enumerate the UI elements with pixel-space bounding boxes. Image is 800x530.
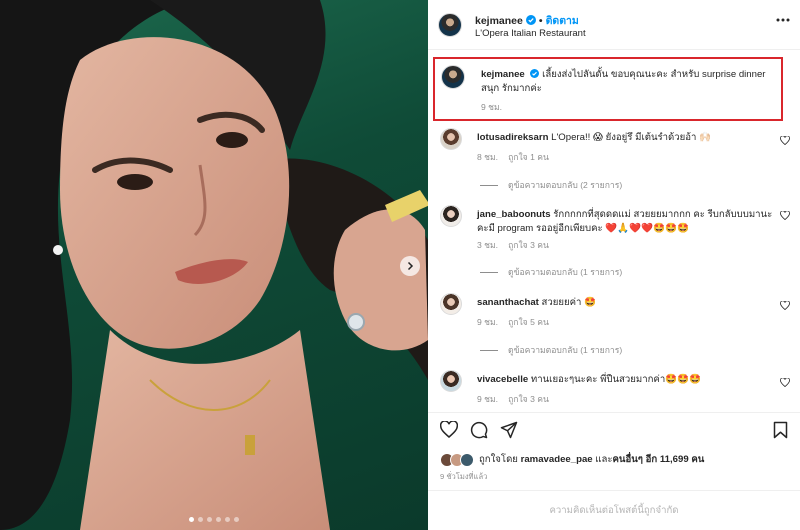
comment-likes[interactable]: ถูกใจ 3 คน <box>508 394 549 404</box>
follow-button[interactable]: ติดตาม <box>546 15 579 27</box>
others-likes-link[interactable]: คนอื่นๆ อีก 11,699 คน <box>613 454 705 465</box>
comment-likes[interactable]: ถูกใจ 5 คน <box>508 317 549 327</box>
replies-divider <box>480 271 498 273</box>
heart-icon[interactable] <box>780 301 790 310</box>
post-details-panel: kejmanee • ติดตาม L'Opera Italian Restaura… <box>428 0 800 530</box>
verified-icon <box>530 69 540 78</box>
comment-icon[interactable] <box>470 421 488 439</box>
liker-avatar <box>460 452 474 467</box>
view-replies-link[interactable]: ดูข้อความตอบกลับ (1 รายการ) <box>480 265 622 279</box>
separator-dot: • <box>538 15 543 27</box>
portrait-illustration <box>0 0 428 530</box>
comment-meta: 3 ชม. ถูกใจ 3 คน <box>477 238 549 252</box>
comment-likes[interactable]: ถูกใจ 1 คน <box>508 152 549 162</box>
comment-time: 9 ชม. <box>477 394 499 404</box>
chevron-right-icon <box>407 261 414 271</box>
comment-meta: 8 ชม. ถูกใจ 1 คน <box>477 150 549 164</box>
caption-time: 9 ชม. <box>481 102 503 112</box>
caption: kejmanee เลี้ยงส่งไปลันดั้น ขอบคุณนะคะ ส… <box>481 68 777 96</box>
carousel-dot <box>207 517 212 522</box>
replies-divider <box>480 349 498 351</box>
carousel-next-button[interactable] <box>400 256 420 276</box>
commenter-avatar[interactable] <box>440 205 462 227</box>
verified-icon <box>525 15 536 25</box>
comment-body: vivacebelle ทานเยอะๆนะคะ พี่ปืนสวยมากค่า… <box>477 373 775 387</box>
comment-text: L'Opera!! 😱 ยังอยู่รึ มีเต้นรำด้วยอ้า 🙌🏻 <box>551 132 712 143</box>
comment-time: 3 ชม. <box>477 240 499 250</box>
comment-meta: 9 ชม. ถูกใจ 3 คน <box>477 392 549 406</box>
carousel-dot <box>198 517 203 522</box>
commenter-username[interactable]: jane_baboonuts <box>477 209 551 220</box>
comment-body: lotusadireksarn L'Opera!! 😱 ยังอยู่รึ มี… <box>477 131 775 145</box>
caption-username[interactable]: kejmanee <box>481 69 525 80</box>
carousel-dot <box>189 517 194 522</box>
likes-joiner: และ <box>595 454 613 465</box>
carousel-indicator <box>0 517 428 522</box>
author-avatar[interactable] <box>438 13 462 37</box>
post-photo[interactable] <box>0 0 428 530</box>
first-liker-username[interactable]: ramavadee_pae <box>521 454 593 465</box>
commenter-username[interactable]: lotusadireksarn <box>477 132 548 143</box>
comment-meta: 9 ชม. ถูกใจ 5 คน <box>477 315 549 329</box>
carousel-dot <box>225 517 230 522</box>
likes-text: ถูกใจโดย ramavadee_pae และคนอื่นๆ อีก 11… <box>479 452 704 467</box>
heart-icon[interactable] <box>780 378 790 387</box>
view-replies-link[interactable]: ดูข้อความตอบกลับ (2 รายการ) <box>480 178 622 192</box>
comment-time: 8 ชม. <box>477 152 499 162</box>
more-options-icon[interactable] <box>776 18 790 22</box>
comment-body: jane_baboonuts รักกกกกที่สุดดดแม่ สวยยยม… <box>477 208 775 236</box>
commenter-avatar[interactable] <box>440 128 462 150</box>
comment-likes[interactable]: ถูกใจ 3 คน <box>508 240 549 250</box>
carousel-dot <box>216 517 221 522</box>
commenter-username[interactable]: sananthachat <box>477 297 539 308</box>
post-actions-bar <box>428 412 800 446</box>
comment-body: sananthachat สวยยยค่า 🤩 <box>477 296 775 310</box>
replies-label: ดูข้อความตอบกลับ (1 รายการ) <box>508 267 623 277</box>
likes-summary: ถูกใจโดย ramavadee_pae และคนอื่นๆ อีก 11… <box>440 452 704 467</box>
bookmark-icon[interactable] <box>773 421 788 439</box>
comment-time: 9 ชม. <box>477 317 499 327</box>
comment-text: ทานเยอะๆนะคะ พี่ปืนสวยมากค่า🤩🤩🤩 <box>530 374 702 385</box>
comment-text: สวยยยค่า 🤩 <box>541 297 597 308</box>
commenter-avatar[interactable] <box>440 370 462 392</box>
replies-divider <box>480 184 498 186</box>
commenter-username[interactable]: vivacebelle <box>477 374 528 385</box>
share-icon[interactable] <box>500 421 518 439</box>
location-link[interactable]: L'Opera Italian Restaurant <box>475 28 586 39</box>
replies-label: ดูข้อความตอบกลับ (2 รายการ) <box>508 180 623 190</box>
post-header: kejmanee • ติดตาม L'Opera Italian Restaura… <box>428 0 800 50</box>
heart-icon[interactable] <box>780 211 790 220</box>
author-line: kejmanee • ติดตาม <box>475 12 579 29</box>
like-heart-icon[interactable] <box>440 421 458 438</box>
comments-restricted-notice: ความคิดเห็นต่อโพสต์นี้ถูกจำกัด <box>428 490 800 530</box>
author-username[interactable]: kejmanee <box>475 15 523 27</box>
carousel-dot <box>234 517 239 522</box>
author-avatar[interactable] <box>441 65 465 89</box>
caption-highlight: kejmanee เลี้ยงส่งไปลันดั้น ขอบคุณนะคะ ส… <box>433 57 783 121</box>
instagram-post-view: kejmanee • ติดตาม L'Opera Italian Restaura… <box>0 0 800 530</box>
likes-prefix: ถูกใจโดย <box>479 454 518 465</box>
heart-icon[interactable] <box>780 136 790 145</box>
replies-label: ดูข้อความตอบกลับ (1 รายการ) <box>508 345 623 355</box>
commenter-avatar[interactable] <box>440 293 462 315</box>
post-time-ago: 9 ชั่วโมงที่แล้ว <box>440 472 488 481</box>
view-replies-link[interactable]: ดูข้อความตอบกลับ (1 รายการ) <box>480 343 622 357</box>
